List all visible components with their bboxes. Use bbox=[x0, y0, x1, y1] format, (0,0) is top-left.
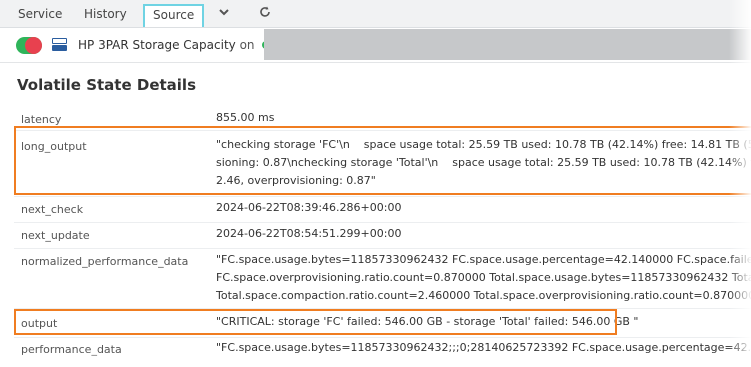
row-divider bbox=[14, 222, 751, 223]
detail-value-normalized-line-2: FC.space.overprovisioning.ratio.count=0.… bbox=[216, 271, 751, 284]
highlight-long-output bbox=[14, 126, 751, 195]
service-state-word: on bbox=[239, 38, 255, 52]
service-name: HP 3PAR Storage Capacity bbox=[78, 38, 236, 52]
page: Service History Source HP 3PAR Storage C… bbox=[0, 0, 751, 367]
detail-key-latency: latency bbox=[21, 113, 62, 126]
service-header: HP 3PAR Storage Capacity on bbox=[0, 29, 751, 63]
server-icon bbox=[52, 38, 67, 53]
detail-value-normalized-line-1: "FC.space.usage.bytes=11857330962432 FC.… bbox=[216, 253, 751, 266]
row-divider bbox=[14, 337, 751, 338]
service-info-bar bbox=[264, 29, 751, 60]
service-toggle[interactable] bbox=[16, 37, 42, 54]
toggle-knob bbox=[25, 37, 42, 54]
refresh-icon[interactable] bbox=[257, 5, 273, 21]
row-divider bbox=[14, 196, 751, 197]
row-divider bbox=[14, 248, 751, 249]
section-title: Volatile State Details bbox=[17, 76, 196, 94]
detail-key-next-update: next_update bbox=[21, 229, 90, 242]
service-name-line: HP 3PAR Storage Capacity on bbox=[78, 38, 271, 52]
detail-value-performance-data: "FC.space.usage.bytes=11857330962432;;;0… bbox=[216, 341, 751, 354]
detail-value-normalized-line-3: Total.space.compaction.ratio.count=2.460… bbox=[216, 289, 751, 302]
tab-history[interactable]: History bbox=[76, 4, 135, 26]
highlight-output bbox=[14, 309, 617, 335]
tab-service[interactable]: Service bbox=[10, 4, 70, 26]
detail-key-next-check: next_check bbox=[21, 203, 84, 216]
detail-value-next-check: 2024-06-22T08:39:46.286+00:00 bbox=[216, 201, 402, 214]
tab-bar: Service History Source bbox=[0, 0, 751, 28]
detail-key-normalized-performance-data: normalized_performance_data bbox=[21, 255, 189, 268]
detail-value-next-update: 2024-06-22T08:54:51.299+00:00 bbox=[216, 227, 402, 240]
tab-source[interactable]: Source bbox=[143, 4, 205, 27]
detail-value-latency: 855.00 ms bbox=[216, 111, 275, 124]
chevron-down-icon[interactable] bbox=[216, 5, 232, 21]
detail-key-performance-data: performance_data bbox=[21, 343, 122, 356]
